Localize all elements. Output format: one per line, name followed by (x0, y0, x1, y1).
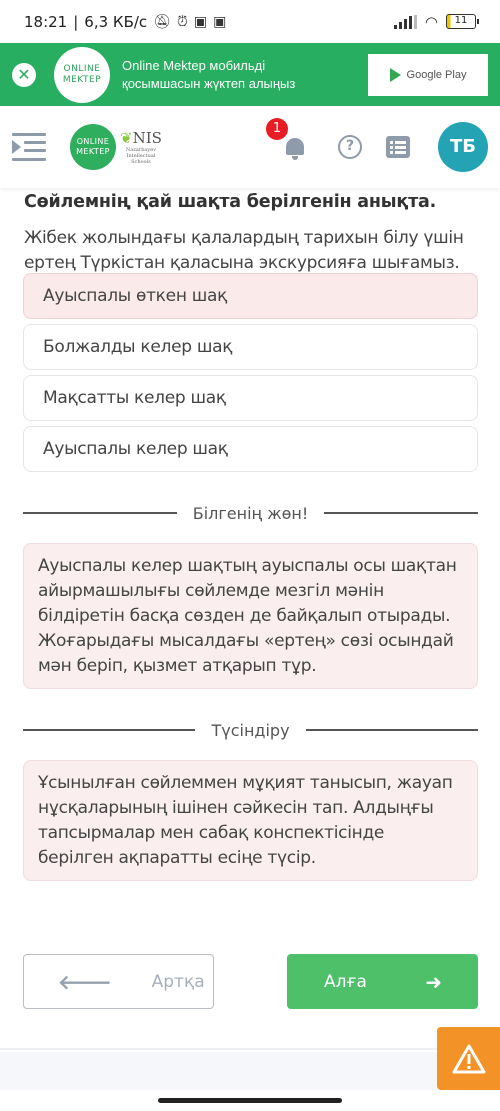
answer-option[interactable]: Ауыспалы келер шақ (23, 426, 478, 472)
explanation-panel: Ұсынылған сөйлеммен мұқият танысып, жауа… (23, 760, 478, 881)
promo-text: Online Mektep мобильді қосымшасын жүктеп… (122, 57, 296, 91)
online-mektep-logo[interactable]: ONLINE MEKTEP (70, 124, 116, 170)
feedback-divider: Білгенің жөн! (23, 501, 479, 525)
home-indicator[interactable] (158, 1098, 342, 1103)
list-icon[interactable] (386, 136, 410, 158)
menu-toggle-icon[interactable] (12, 133, 46, 161)
network-speed: 6,3 КБ/с (84, 12, 148, 31)
alarm-icon: ⏰︎ (176, 13, 188, 30)
back-button[interactable]: 🡐 Артқа (23, 954, 214, 1009)
feedback-panel: Ауыспалы келер шақтың ауыспалы осы шақта… (23, 543, 478, 689)
bell-off-icon: 🔕︎ (153, 13, 171, 30)
answer-option[interactable]: Мақсатты келер шақ (23, 375, 478, 421)
warning-icon (452, 1044, 485, 1073)
arrow-left-icon: 🡐 (58, 969, 112, 994)
notifications-button[interactable]: 1 (266, 118, 310, 162)
card-edge (0, 1048, 500, 1050)
answer-option[interactable]: Ауыспалы өткен шақ (23, 273, 478, 319)
signal-icon (393, 14, 417, 29)
question-text: Жібек жолындағы қалалардың тарихын білу … (24, 228, 464, 273)
arrow-right-icon: ➜ (425, 969, 442, 994)
close-icon[interactable]: ✕ (12, 62, 36, 87)
explanation-divider: Түсіндіру (23, 718, 479, 742)
report-problem-button[interactable] (437, 1027, 500, 1090)
user-avatar[interactable]: ТБ (438, 122, 488, 172)
bell-icon (286, 138, 304, 160)
status-bar: 18:21 | 6,3 КБ/с 🔕︎ ⏰︎ ▣ ▣ ◠ 11 (0, 0, 500, 43)
battery-icon: 11 (446, 14, 479, 29)
wifi-icon: ◠ (424, 12, 438, 31)
google-play-icon (389, 67, 401, 82)
app-promo-banner: ✕ ONLINE MEKTEP Online Mektep мобильді қ… (0, 43, 500, 106)
nis-logo: ❦NIS Nazarbayev Intellectual Schools (120, 129, 162, 165)
google-play-button[interactable]: Google Play (368, 53, 488, 96)
status-time: 18:21 (24, 12, 68, 31)
app-icon: ▣ (193, 13, 208, 30)
help-icon[interactable]: ? (338, 135, 362, 159)
app-icon: ▣ (213, 13, 227, 30)
question-title: Сөйлемнің қай шақта берілгенін анықта. (24, 192, 437, 212)
feedback-heading: Білгенің жөн! (192, 503, 309, 523)
footer-strip (0, 1052, 500, 1090)
notification-badge: 1 (266, 118, 288, 140)
next-button[interactable]: Алға ➜ (287, 954, 478, 1009)
explanation-heading: Түсіндіру (211, 720, 290, 740)
app-header: ONLINE MEKTEP ❦NIS Nazarbayev Intellectu… (0, 106, 500, 188)
answer-option[interactable]: Болжалды келер шақ (23, 324, 478, 370)
online-mektep-logo: ONLINE MEKTEP (54, 46, 110, 103)
